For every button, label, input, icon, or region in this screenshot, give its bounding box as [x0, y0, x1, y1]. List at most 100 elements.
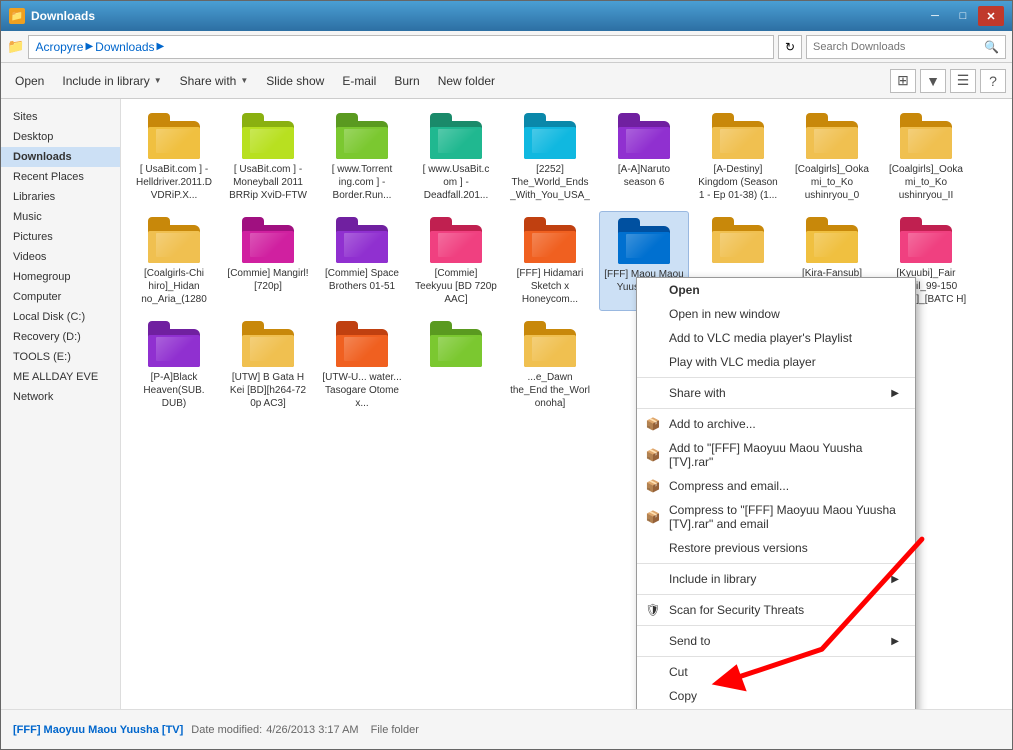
file-item[interactable]: [Commie] Teekyuu [BD 720p AAC] — [411, 211, 501, 311]
search-icon: 🔍 — [984, 40, 999, 54]
file-item[interactable]: [UTW-U... water... Tasogare Otome x... — [317, 315, 407, 415]
context-menu-separator — [637, 563, 915, 564]
context-menu-item[interactable]: Add to VLC media player's Playlist — [637, 326, 915, 350]
sidebar-item-desktop[interactable]: Desktop — [1, 127, 120, 147]
folder-front — [900, 231, 952, 263]
minimize-button[interactable]: ─ — [922, 6, 948, 26]
file-item[interactable]: [ www.Torrent ing.com ] - Border.Run... — [317, 107, 407, 207]
sidebar-item-music[interactable]: Music — [1, 207, 120, 227]
context-menu-item[interactable]: Play with VLC media player — [637, 350, 915, 374]
context-menu-label: Cut — [669, 665, 688, 679]
context-menu-separator — [637, 656, 915, 657]
folder-icon — [520, 319, 580, 369]
file-name: [ UsaBit.com ] - Moneyball 2011 BRRip Xv… — [227, 163, 309, 202]
context-menu-item[interactable]: Restore previous versions — [637, 536, 915, 560]
file-item[interactable] — [411, 315, 501, 415]
context-menu-item[interactable]: Open — [637, 278, 915, 302]
folder-front — [430, 127, 482, 159]
file-item[interactable]: [Coalgirls]_Ookami_to_Ko ushinryou_II 12… — [881, 107, 971, 207]
file-item[interactable]: [ UsaBit.com ] - Helldriver.2011.DVDRiP.… — [129, 107, 219, 207]
context-menu-item[interactable]: Share with▶ — [637, 381, 915, 405]
folder-icon — [426, 319, 486, 369]
folder-front — [336, 335, 388, 367]
toolbar-right: ⊞ ▼ ☰ ? — [890, 69, 1006, 93]
new-folder-button[interactable]: New folder — [430, 70, 503, 92]
context-menu-item[interactable]: Cut — [637, 660, 915, 684]
file-item[interactable]: [ www.UsaBit.c om ] - Deadfall.201... — [411, 107, 501, 207]
context-menu-label: Copy — [669, 689, 697, 703]
file-item[interactable]: [P-A]Black Heaven(SUB. DUB) (COMPLETE) — [129, 315, 219, 415]
file-item[interactable]: [2252] The_World_Ends_With_You_USA_NDS..… — [505, 107, 595, 207]
search-box[interactable]: 🔍 — [806, 35, 1006, 59]
sidebar-item-recoveryd[interactable]: Recovery (D:) — [1, 327, 120, 347]
slideshow-button[interactable]: Slide show — [258, 70, 332, 92]
file-item[interactable]: [Commie] Space Brothers 01-51 — [317, 211, 407, 311]
breadcrumb-root[interactable]: Acropyre — [35, 40, 83, 54]
folder-front — [618, 232, 670, 264]
file-item[interactable]: [A-A]Naruto season 6 — [599, 107, 689, 207]
file-item[interactable]: ...e_Dawn the_End the_Worl onoha] — [505, 315, 595, 415]
file-content[interactable]: [ UsaBit.com ] - Helldriver.2011.DVDRiP.… — [121, 99, 1012, 709]
folder-icon — [144, 319, 204, 369]
status-bar: [FFF] Maoyuu Maou Yuusha [TV] Date modif… — [1, 709, 1012, 749]
sidebar-item-toolse[interactable]: TOOLS (E:) — [1, 347, 120, 367]
sidebar-item-meallday[interactable]: ME ALLDAY EVE — [1, 367, 120, 387]
close-button[interactable]: ✕ — [978, 6, 1004, 26]
context-menu-item[interactable]: 📦Add to archive... — [637, 412, 915, 436]
context-menu-item[interactable]: Copy — [637, 684, 915, 708]
include-library-arrow: ▼ — [154, 76, 162, 85]
sidebar-item-libraries[interactable]: Libraries — [1, 187, 120, 207]
context-menu-item[interactable]: 📦Add to "[FFF] Maoyuu Maou Yuusha [TV].r… — [637, 436, 915, 474]
folder-overlay — [250, 337, 294, 361]
file-item[interactable]: [Coalgirls-Chi hiro]_Hidan no_Aria_(1280… — [129, 211, 219, 311]
view-details-button[interactable]: ☰ — [950, 69, 976, 93]
view-arrow-button[interactable]: ▼ — [920, 69, 946, 93]
sidebar-item-sites[interactable]: Sites — [1, 107, 120, 127]
sidebar-item-videos[interactable]: Videos — [1, 247, 120, 267]
file-item[interactable]: [Commie] Mangirl! [720p] — [223, 211, 313, 311]
include-library-button[interactable]: Include in library ▼ — [54, 70, 169, 92]
folder-front — [712, 127, 764, 159]
open-button[interactable]: Open — [7, 70, 52, 92]
breadcrumb-downloads[interactable]: Downloads — [95, 40, 154, 54]
search-input[interactable] — [813, 41, 984, 53]
file-name: [ www.UsaBit.c om ] - Deadfall.201... — [415, 163, 497, 202]
file-name: [ UsaBit.com ] - Helldriver.2011.DVDRiP.… — [133, 163, 215, 202]
file-item[interactable]: [ UsaBit.com ] - Moneyball 2011 BRRip Xv… — [223, 107, 313, 207]
folder-overlay — [532, 233, 576, 257]
context-menu-item[interactable]: 📦Compress to "[FFF] Maoyuu Maou Yuusha [… — [637, 498, 915, 536]
context-menu-item[interactable]: Send to▶ — [637, 629, 915, 653]
sidebar-item-downloads[interactable]: Downloads — [1, 147, 120, 167]
help-button[interactable]: ? — [980, 69, 1006, 93]
submenu-arrow: ▶ — [891, 636, 899, 647]
share-with-arrow: ▼ — [240, 76, 248, 85]
folder-icon — [520, 111, 580, 161]
breadcrumb[interactable]: Acropyre ▶ Downloads ▶ — [28, 35, 774, 59]
share-with-button[interactable]: Share with ▼ — [172, 70, 257, 92]
sidebar-item-localc[interactable]: Local Disk (C:) — [1, 307, 120, 327]
sidebar-item-computer[interactable]: Computer — [1, 287, 120, 307]
refresh-button[interactable]: ↻ — [778, 35, 802, 59]
context-menu-separator — [637, 625, 915, 626]
burn-button[interactable]: Burn — [386, 70, 427, 92]
maximize-button[interactable]: □ — [950, 6, 976, 26]
sidebar-item-pictures[interactable]: Pictures — [1, 227, 120, 247]
context-menu-item[interactable]: 🛡Scan for Security Threats — [637, 598, 915, 622]
folder-icon — [332, 319, 392, 369]
sidebar-item-homegroup[interactable]: Homegroup — [1, 267, 120, 287]
folder-overlay — [344, 233, 388, 257]
context-menu-label: Play with VLC media player — [669, 355, 816, 369]
context-menu-item[interactable]: Open in new window — [637, 302, 915, 326]
file-item[interactable]: [FFF] Hidamari Sketch x Honeycom... — [505, 211, 595, 311]
sidebar-item-network[interactable]: Network — [1, 387, 120, 407]
email-button[interactable]: E-mail — [334, 70, 384, 92]
context-menu-item[interactable]: 📦Compress and email... — [637, 474, 915, 498]
context-menu-item[interactable]: Include in library▶ — [637, 567, 915, 591]
folder-front — [336, 231, 388, 263]
file-item[interactable]: [A-Destiny] Kingdom (Season 1 - Ep 01-38… — [693, 107, 783, 207]
view-icons-button[interactable]: ⊞ — [890, 69, 916, 93]
window-icon: 📁 — [9, 8, 25, 24]
sidebar-item-recent[interactable]: Recent Places — [1, 167, 120, 187]
file-item[interactable]: [Coalgirls]_Ookami_to_Ko ushinryou_0 128… — [787, 107, 877, 207]
file-item[interactable]: [UTW] B Gata H Kei [BD][h264-72 0p AC3] — [223, 315, 313, 415]
